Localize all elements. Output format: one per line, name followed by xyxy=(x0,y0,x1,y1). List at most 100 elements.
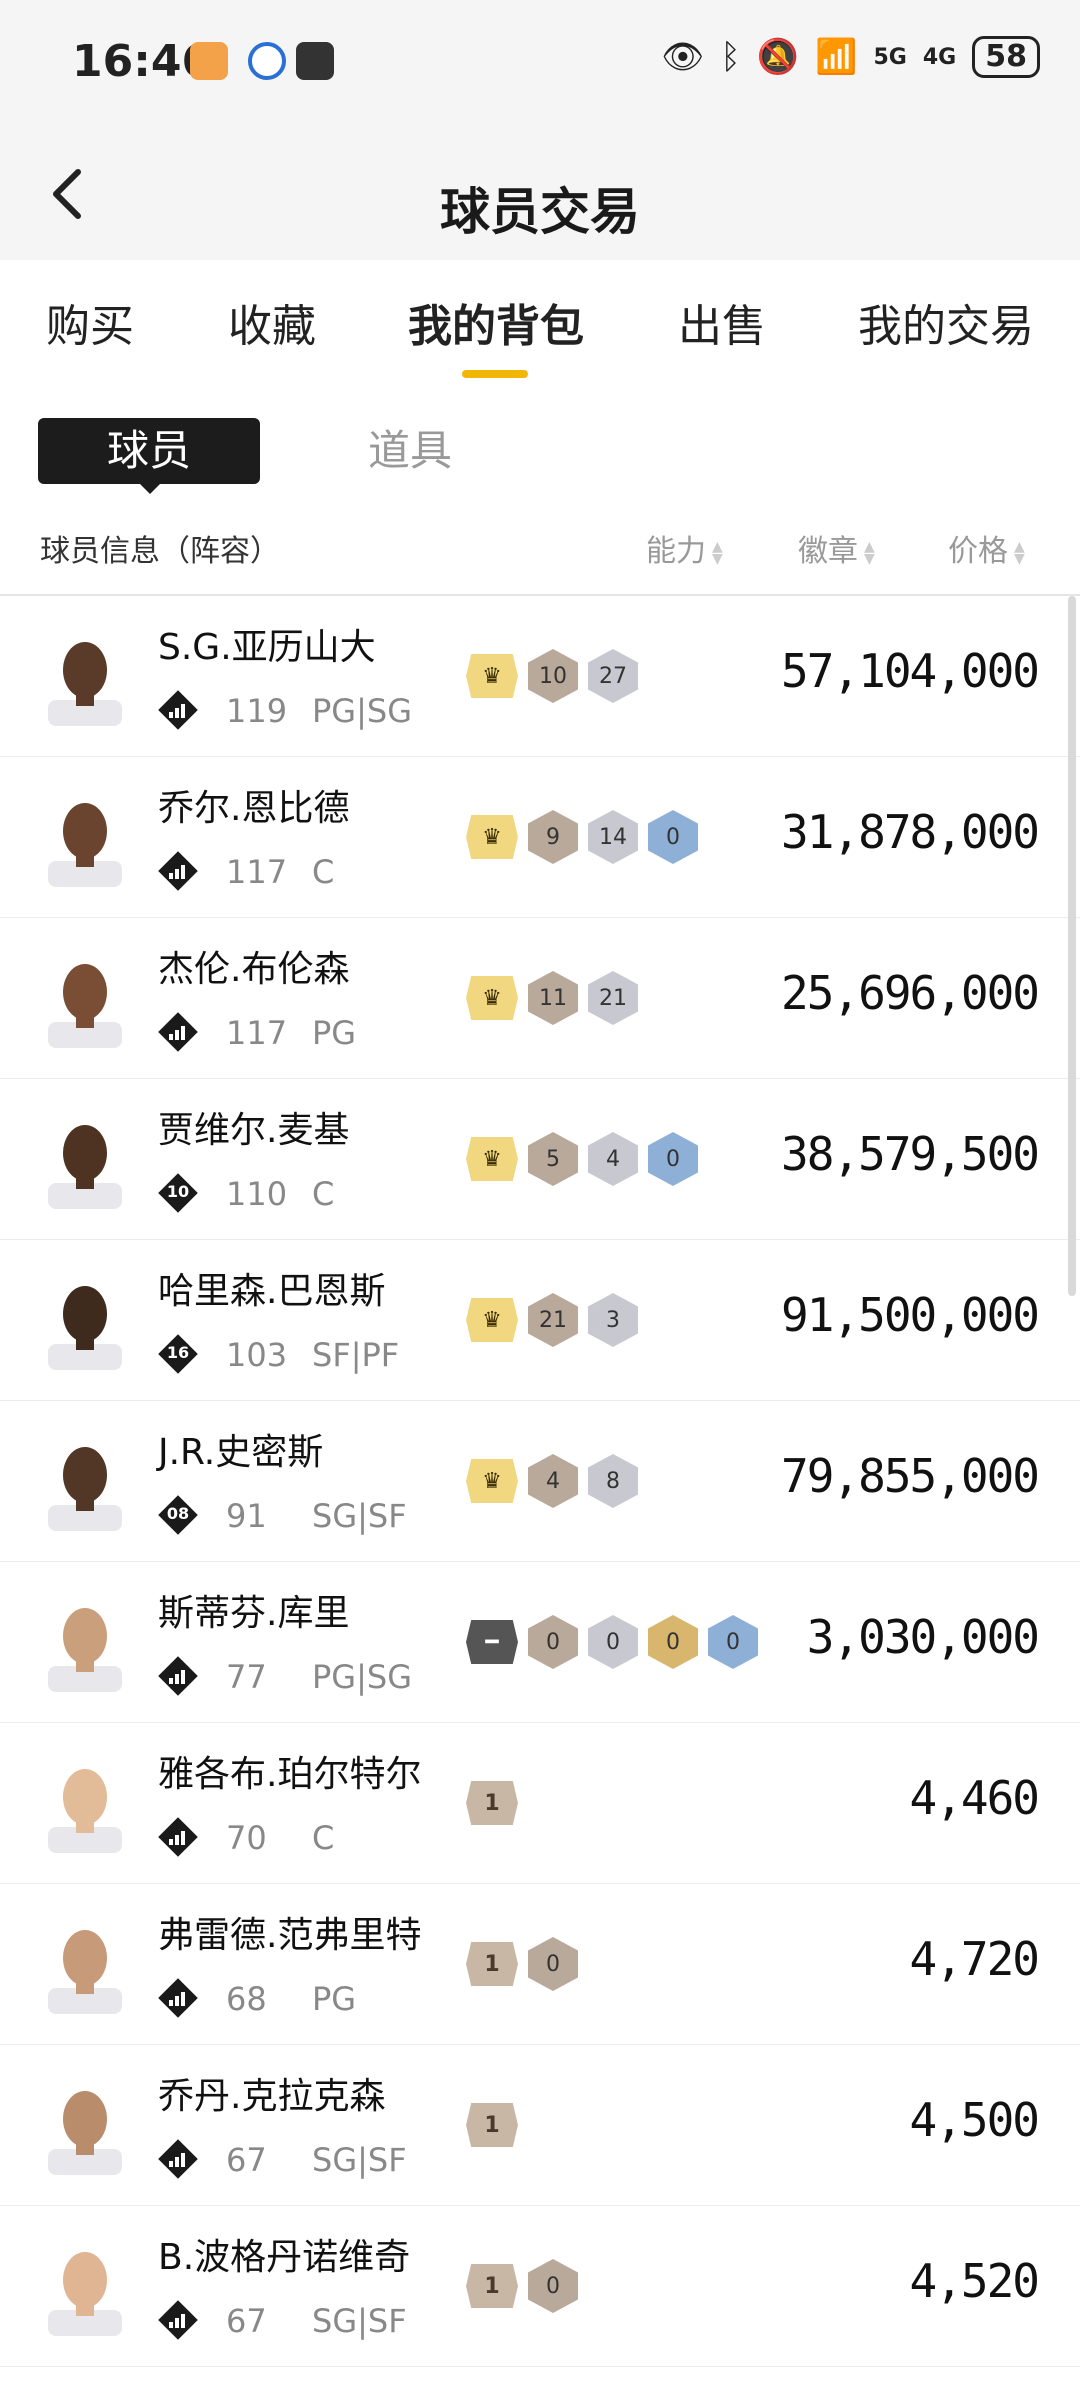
badge-silver-icon: 0 xyxy=(588,1615,638,1669)
crown-tier-icon: ♛ xyxy=(466,815,518,859)
level-diamond-icon: 08 xyxy=(158,1495,198,1535)
crown-tier-icon: ♛ xyxy=(466,976,518,1020)
level-number: 08 xyxy=(166,1504,190,1523)
badge-silver-icon: 4 xyxy=(588,1132,638,1186)
player-position: SF|PF xyxy=(312,1336,400,1374)
badge-silver-icon: 21 xyxy=(588,971,638,1025)
badge-blue-icon: 0 xyxy=(648,1132,698,1186)
level-number: 10 xyxy=(166,1182,190,1201)
badge-bronze-icon: 0 xyxy=(528,2259,578,2313)
player-row[interactable]: 哈里森.巴恩斯 16 103 SF|PF ♛ 21 3 91,500,000 xyxy=(0,1240,1080,1401)
level-diamond-icon xyxy=(158,851,198,891)
tier-badge: 1 xyxy=(466,2103,518,2147)
player-price: 4,520 xyxy=(909,2254,1040,2308)
player-overall: 70 xyxy=(226,1819,267,1857)
level-diamond-icon xyxy=(158,1656,198,1696)
signal-4g-icon: 4G xyxy=(922,44,957,70)
player-row[interactable]: 斯蒂芬.库里 77 PG|SG ━ 0 0 0 0 3,030,000 xyxy=(0,1562,1080,1723)
status-bar: 16:46 👁 ᛒ 🔕 📶 5G 4G 58 xyxy=(0,0,1080,130)
player-overall: 77 xyxy=(226,1658,267,1696)
tab-my-trades[interactable]: 我的交易 xyxy=(858,290,1034,354)
segment-players[interactable]: 球员 xyxy=(38,418,260,484)
tier-badge: 1 xyxy=(466,1942,518,1986)
badge-bronze-icon: 4 xyxy=(528,1454,578,1508)
crown-tier-icon: ♛ xyxy=(466,1459,518,1503)
player-price: 3,030,000 xyxy=(806,1610,1040,1664)
player-overall: 68 xyxy=(226,1980,267,2018)
segment-pointer xyxy=(136,480,164,494)
player-avatar xyxy=(48,1769,122,1853)
sort-price-label: 价格 xyxy=(948,534,1008,569)
player-avatar xyxy=(48,1447,122,1531)
player-position: PG xyxy=(312,1980,357,2018)
player-price: 79,855,000 xyxy=(781,1449,1040,1503)
player-price: 38,579,500 xyxy=(781,1127,1040,1181)
badge-group: ♛ 11 21 xyxy=(466,970,638,1026)
badge-bronze-icon: 10 xyxy=(528,649,578,703)
player-position: C xyxy=(312,853,335,891)
player-position: PG xyxy=(312,1014,357,1052)
sort-arrows-icon: ▲ ▼ xyxy=(1014,538,1025,567)
sort-badge-label: 徽章 xyxy=(798,534,858,569)
player-row[interactable]: J.R.史密斯 08 91 SG|SF ♛ 4 8 79,855,000 xyxy=(0,1401,1080,1562)
status-icons: 👁 ᛒ 🔕 📶 5G 4G 58 xyxy=(661,36,1040,78)
badge-group: 1 xyxy=(466,2097,518,2153)
player-avatar xyxy=(48,964,122,1048)
player-row[interactable]: S.G.亚历山大 119 PG|SG ♛ 10 27 57,104,000 xyxy=(0,596,1080,757)
list-header: 球员信息（阵容） 能力 ▲ ▼ 徽章 ▲ ▼ 价格 ▲ ▼ xyxy=(0,520,1080,590)
player-name: B.波格丹诺维奇 xyxy=(158,2237,411,2278)
crown-tier-icon: ♛ xyxy=(466,1298,518,1342)
player-name: 斯蒂芬.库里 xyxy=(158,1593,350,1634)
player-row[interactable]: B.波格丹诺维奇 67 SG|SF 1 0 4,520 xyxy=(0,2206,1080,2367)
badge-group: 10 xyxy=(466,2258,578,2314)
player-name: 哈里森.巴恩斯 xyxy=(158,1271,386,1312)
player-row[interactable]: 乔丹.克拉克森 67 SG|SF 1 4,500 xyxy=(0,2045,1080,2206)
page-title: 球员交易 xyxy=(440,183,640,241)
player-avatar xyxy=(48,642,122,726)
sort-ability-label: 能力 xyxy=(646,534,706,569)
player-overall: 117 xyxy=(226,1014,288,1052)
player-price: 4,460 xyxy=(909,1771,1040,1825)
badge-blue-icon: 0 xyxy=(648,810,698,864)
segment-items[interactable]: 道具 xyxy=(368,418,452,484)
level-diamond-icon: 10 xyxy=(158,1173,198,1213)
app-notification-icon xyxy=(190,42,228,80)
active-tab-indicator xyxy=(462,370,528,378)
badge-group: ♛ 4 8 xyxy=(466,1453,638,1509)
player-row[interactable]: 杰伦.布伦森 117 PG ♛ 11 21 25,696,000 xyxy=(0,918,1080,1079)
mute-bell-icon: 🔕 xyxy=(756,37,800,77)
player-position: SG|SF xyxy=(312,2141,407,2179)
player-position: C xyxy=(312,1819,335,1857)
player-row[interactable]: 乔尔.恩比德 117 C ♛ 9 14 0 31,878,000 xyxy=(0,757,1080,918)
level-diamond-icon xyxy=(158,1817,198,1857)
tier-badge: 1 xyxy=(466,1781,518,1825)
player-position: SG|SF xyxy=(312,1497,407,1535)
badge-bronze-icon: 5 xyxy=(528,1132,578,1186)
tab-sell[interactable]: 出售 xyxy=(678,290,766,354)
player-row[interactable]: 弗雷德.范弗里特 68 PG 1 0 4,720 xyxy=(0,1884,1080,2045)
level-diamond-icon xyxy=(158,2300,198,2340)
tab-favorites[interactable]: 收藏 xyxy=(228,290,316,354)
player-name: 杰伦.布伦森 xyxy=(158,949,350,990)
upload-icon xyxy=(296,42,334,80)
player-name: 乔尔.恩比德 xyxy=(158,788,350,829)
tab-buy[interactable]: 购买 xyxy=(46,290,134,354)
level-diamond-icon xyxy=(158,690,198,730)
player-list: S.G.亚历山大 119 PG|SG ♛ 10 27 57,104,000 乔尔.恩比德 117… xyxy=(0,596,1080,2367)
tab-bar: 购买 收藏 我的背包 出售 我的交易 xyxy=(0,290,1080,380)
sort-ability[interactable]: 能力 ▲ ▼ xyxy=(646,526,723,570)
sort-price[interactable]: 价格 ▲ ▼ xyxy=(948,526,1025,570)
badge-group: ♛ 10 27 xyxy=(466,648,638,704)
player-row[interactable]: 雅各布.珀尔特尔 70 C 1 4,460 xyxy=(0,1723,1080,1884)
crown-tier-icon: ♛ xyxy=(466,654,518,698)
badge-silver-icon: 3 xyxy=(588,1293,638,1347)
player-position: SG|SF xyxy=(312,2302,407,2340)
player-overall: 119 xyxy=(226,692,288,730)
badge-gold-icon: 0 xyxy=(648,1615,698,1669)
scrollbar[interactable] xyxy=(1068,596,1076,1296)
badge-silver-icon: 8 xyxy=(588,1454,638,1508)
tab-my-bag[interactable]: 我的背包 xyxy=(408,290,584,354)
player-row[interactable]: 贾维尔.麦基 10 110 C ♛ 5 4 0 38,579,500 xyxy=(0,1079,1080,1240)
player-price: 31,878,000 xyxy=(781,805,1040,859)
sort-badge[interactable]: 徽章 ▲ ▼ xyxy=(798,526,875,570)
